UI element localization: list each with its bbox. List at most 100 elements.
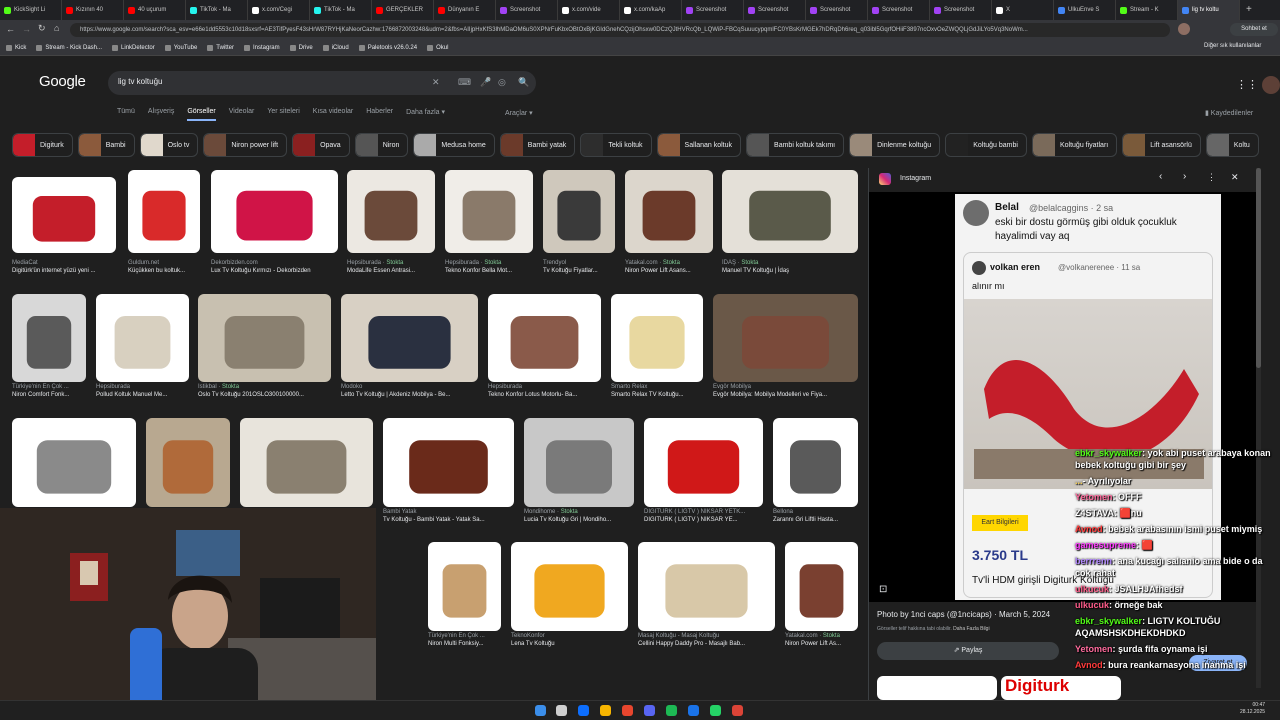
- image-result[interactable]: [128, 170, 200, 253]
- lens-search-icon[interactable]: ⊡: [879, 584, 887, 595]
- refine-chip[interactable]: Digiturk: [12, 133, 73, 157]
- reload-icon[interactable]: ↻: [38, 23, 46, 34]
- browser-tab[interactable]: KickSight Li: [0, 0, 62, 20]
- refine-chip[interactable]: Dinlenme koltuğu: [849, 133, 941, 157]
- spotify-icon[interactable]: [666, 705, 677, 716]
- photo-credit[interactable]: Photo by 1nci caps (@1ncicaps) · March 5…: [877, 610, 1050, 619]
- prev-icon[interactable]: ‹: [1159, 171, 1162, 182]
- image-result[interactable]: [12, 177, 116, 253]
- browser-tab[interactable]: UlkuEnve S: [1054, 0, 1116, 20]
- result-caption[interactable]: Istikbal · Stokta Oslo Tv Koltuğu 201OSLO…: [198, 383, 331, 399]
- browser-tab[interactable]: lig tv koltu: [1178, 0, 1240, 20]
- result-caption[interactable]: MediaCat Digitürk'ün internet yüzü yeni .…: [12, 259, 116, 275]
- browser-tab[interactable]: TikTok - Ma: [186, 0, 248, 20]
- search-icon[interactable]: 🔍: [518, 77, 529, 88]
- image-result[interactable]: [347, 170, 435, 253]
- app-icon-2[interactable]: [688, 705, 699, 716]
- browser-tab[interactable]: Screenshot: [930, 0, 992, 20]
- result-caption[interactable]: Mondihome · Stokta Lucia Tv Koltuğu Gri |…: [524, 508, 634, 524]
- close-icon[interactable]: ✕: [1231, 172, 1239, 183]
- image-result[interactable]: [524, 418, 634, 507]
- search-box[interactable]: lig tv koltuğu ✕ ⌨ 🎤 ◎ 🔍: [108, 71, 536, 95]
- saved-link[interactable]: ▮ Kaydedilenler: [1205, 109, 1253, 117]
- result-caption[interactable]: Bambi Yatak Tv Koltuğu - Bambi Yatak - Ya…: [383, 508, 514, 524]
- browser-tab[interactable]: Screenshot: [496, 0, 558, 20]
- share-button[interactable]: ⇗ Paylaş: [877, 642, 1059, 660]
- image-result[interactable]: [625, 170, 713, 253]
- browser-tab[interactable]: Kızının 40: [62, 0, 124, 20]
- refine-chip[interactable]: Sallanan koltuk: [656, 133, 742, 157]
- refine-chip[interactable]: Koltuğu bambi: [945, 133, 1027, 157]
- whatsapp-icon[interactable]: [710, 705, 721, 716]
- refine-chip[interactable]: Bambi: [77, 133, 135, 157]
- refine-chip[interactable]: Opava: [292, 133, 350, 157]
- refine-chip[interactable]: Niron power lift: [203, 133, 288, 157]
- result-caption[interactable]: TeknoKonfor Lena Tv Koltuğu: [511, 632, 628, 648]
- browser-tab[interactable]: x.com/kaAp: [620, 0, 682, 20]
- chat-button[interactable]: Sohbet et: [1230, 23, 1278, 36]
- nav-tab[interactable]: Haberler: [366, 108, 393, 121]
- result-caption[interactable]: Hepsiburada Pollud Koltuk Manuel Me...: [96, 383, 189, 399]
- google-logo[interactable]: Google: [39, 73, 86, 90]
- discord-icon[interactable]: [644, 705, 655, 716]
- refine-chip[interactable]: Lift asansörlü: [1122, 133, 1201, 157]
- clock[interactable]: 00:47 28.12.2025: [1240, 702, 1265, 716]
- bookmark-item[interactable]: LinkDetector: [112, 44, 155, 51]
- nav-tab[interactable]: Kısa videolar: [313, 108, 353, 121]
- chrome-icon[interactable]: [732, 705, 743, 716]
- image-result[interactable]: [12, 294, 86, 382]
- refine-chip[interactable]: Bambi yatak: [499, 133, 576, 157]
- image-result[interactable]: [722, 170, 858, 253]
- start-icon[interactable]: [535, 705, 546, 716]
- lens-icon[interactable]: ◎: [498, 77, 506, 88]
- browser-tab[interactable]: X: [992, 0, 1054, 20]
- image-result[interactable]: [96, 294, 189, 382]
- browser-tab[interactable]: Screenshot: [868, 0, 930, 20]
- keyboard-icon[interactable]: ⌨: [458, 77, 471, 88]
- browser-tab[interactable]: 40 uçurum: [124, 0, 186, 20]
- app-icon-1[interactable]: [622, 705, 633, 716]
- refine-chip[interactable]: Koltuğu fiyatları: [1031, 133, 1118, 157]
- apps-grid-icon[interactable]: ⋮⋮: [1236, 78, 1258, 91]
- image-result[interactable]: [240, 418, 373, 507]
- result-caption[interactable]: İDAŞ · Stokta Manuel TV Koltuğu | İdaş: [722, 259, 858, 275]
- image-result[interactable]: [773, 418, 858, 507]
- image-result[interactable]: [511, 542, 628, 631]
- browser-tab[interactable]: TikTok - Ma: [310, 0, 372, 20]
- result-caption[interactable]: Hepsiburada · Stokta ModaLife Essen Antra…: [347, 259, 435, 275]
- result-caption[interactable]: DIGITURK ( LIGTV ) NIKSAR YETK... DIGITUR…: [644, 508, 763, 524]
- nav-tab[interactable]: Alışveriş: [148, 108, 174, 121]
- refine-chip[interactable]: Niron: [354, 133, 409, 157]
- image-result[interactable]: [543, 170, 615, 253]
- image-result[interactable]: [488, 294, 601, 382]
- browser-tab[interactable]: x.com/vide: [558, 0, 620, 20]
- bookmark-item[interactable]: Kick: [6, 44, 26, 51]
- result-caption[interactable]: Guldum.net Küçükken bu koltuk...: [128, 259, 200, 275]
- bookmark-item[interactable]: Paletools v26.0.24: [358, 44, 417, 51]
- search-query[interactable]: lig tv koltuğu: [118, 77, 162, 86]
- result-caption[interactable]: Hepsiburada · Stokta Tekno Konfor Bella M…: [445, 259, 533, 275]
- image-result[interactable]: [146, 418, 230, 507]
- image-result[interactable]: [211, 170, 338, 253]
- edge-icon[interactable]: [578, 705, 589, 716]
- nav-tab[interactable]: Görseller: [187, 108, 216, 121]
- refine-chip[interactable]: Koltu: [1205, 133, 1259, 157]
- related-image-1[interactable]: [877, 676, 997, 700]
- result-caption[interactable]: Trendyol Tv Koltuğu Fiyatlar...: [543, 259, 615, 275]
- result-caption[interactable]: Yatakal.com · Stokta Niron Power Lift As.…: [785, 632, 858, 648]
- browser-tab[interactable]: Dünyanın E: [434, 0, 496, 20]
- image-result[interactable]: [713, 294, 858, 382]
- learn-more-link[interactable]: Daha Fazla Bilgi: [953, 626, 989, 632]
- refine-chip[interactable]: Medusa home: [413, 133, 495, 157]
- bookmark-item[interactable]: Twitter: [207, 44, 234, 51]
- result-caption[interactable]: Bellona Zarannı Gri Liftli Hasta...: [773, 508, 858, 524]
- refine-chip[interactable]: Bambi koltuk takımı: [746, 133, 845, 157]
- result-caption[interactable]: Masaj Koltuğu - Masaj Koltuğu Cellini Hap…: [638, 632, 775, 648]
- nav-tab[interactable]: Yer siteleri: [267, 108, 299, 121]
- image-result[interactable]: [611, 294, 703, 382]
- browser-tab[interactable]: Screenshot: [682, 0, 744, 20]
- image-result[interactable]: [644, 418, 763, 507]
- bookmark-item[interactable]: Stream - Kick Dash...: [36, 44, 102, 51]
- result-caption[interactable]: Yatakal.com · Stokta Niron Power Lift Asa…: [625, 259, 713, 275]
- profile-avatar[interactable]: [1178, 23, 1190, 35]
